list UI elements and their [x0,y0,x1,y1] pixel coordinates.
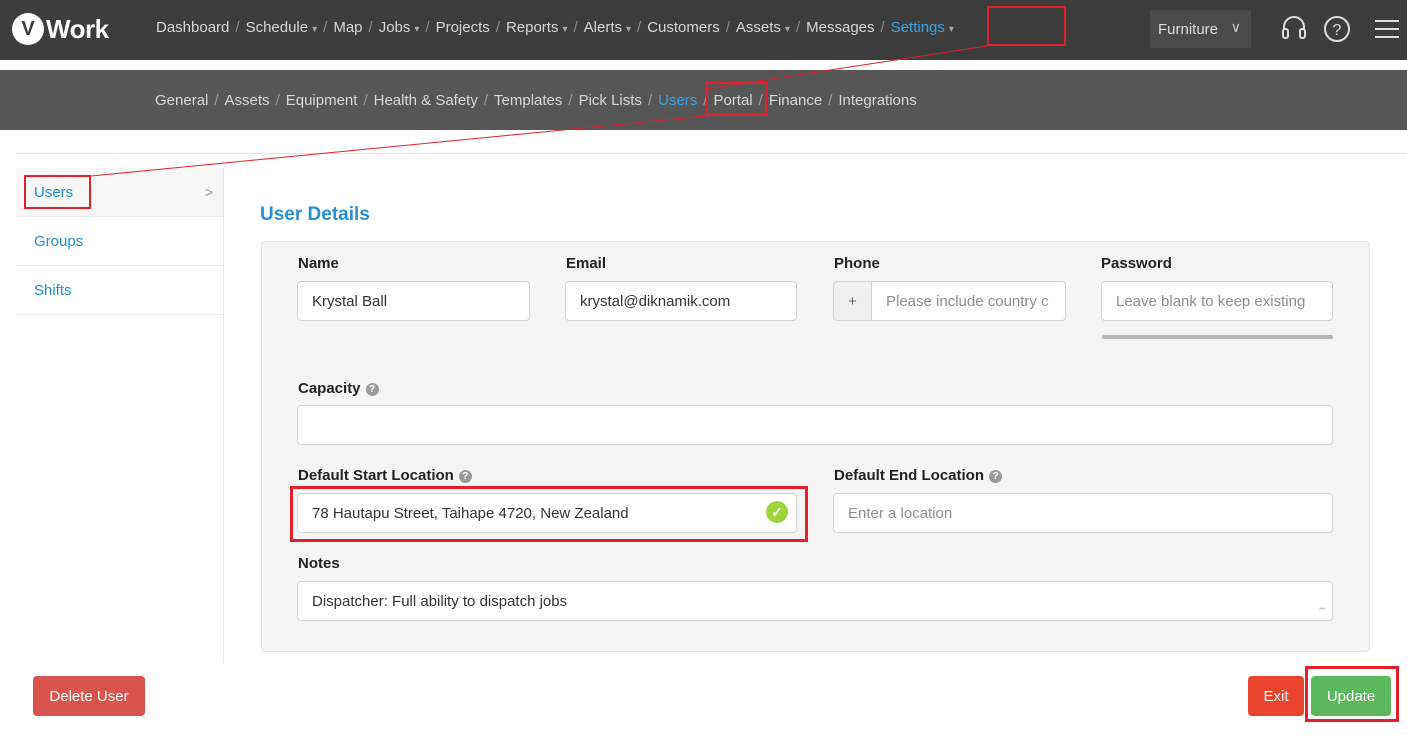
annotation-connector [90,45,988,177]
